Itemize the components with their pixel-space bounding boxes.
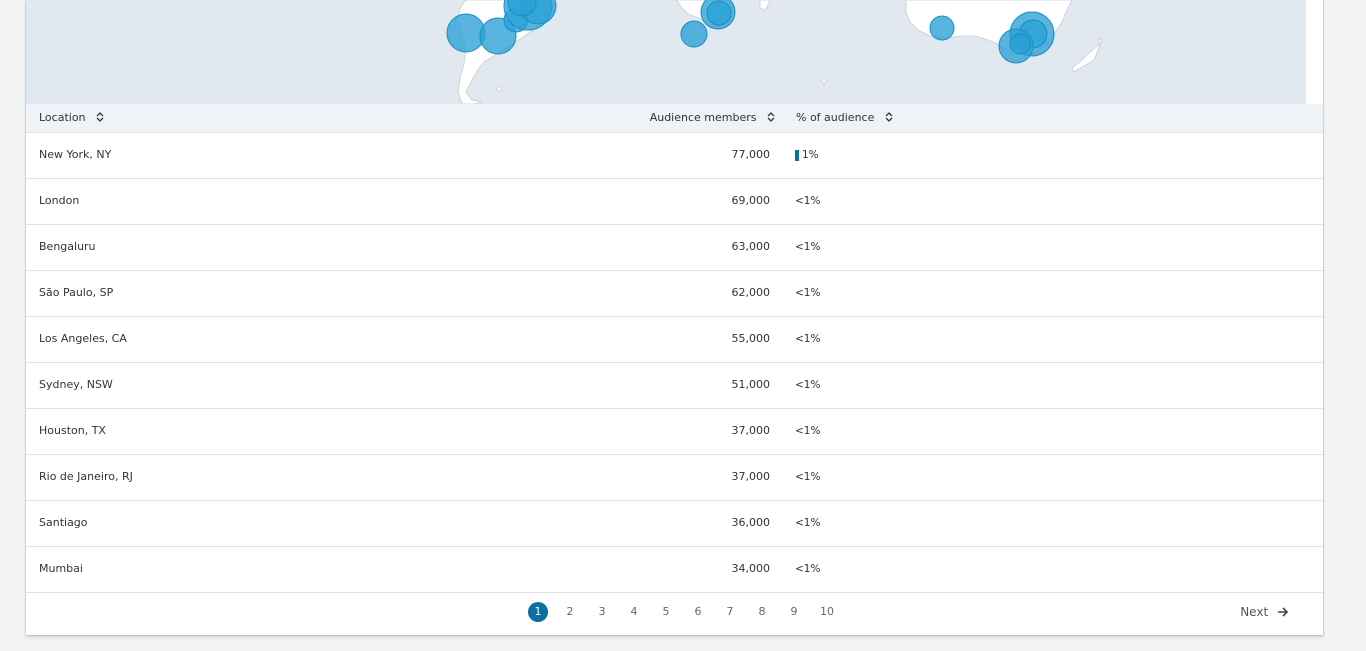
percent-text: <1%: [795, 517, 821, 529]
percent-cell: <1%: [795, 409, 820, 453]
page-button-2[interactable]: 2: [560, 602, 580, 622]
members-cell: 55,000: [731, 332, 771, 345]
members-cell: 51,000: [731, 378, 771, 391]
table-row: Bengaluru 63,000 <1%: [26, 225, 1323, 271]
column-header-label: % of audience: [796, 111, 875, 124]
page-button-8[interactable]: 8: [752, 602, 772, 622]
sort-icon[interactable]: [767, 111, 775, 123]
table-header: Location Audience members % of audience: [26, 104, 1323, 133]
percent-text: <1%: [795, 195, 821, 207]
map-bubble[interactable]: [929, 15, 955, 41]
percent-cell: <1%: [795, 225, 820, 269]
percent-text: <1%: [795, 563, 821, 575]
page-button-7[interactable]: 7: [720, 602, 740, 622]
location-cell: London: [39, 194, 80, 207]
map-bubble[interactable]: [680, 20, 708, 48]
percent-cell: 1%: [795, 133, 819, 177]
members-cell: 77,000: [731, 148, 771, 161]
next-label: Next: [1240, 605, 1269, 619]
column-header-percent[interactable]: % of audience: [796, 104, 893, 132]
map-island: [821, 78, 827, 84]
column-header-members[interactable]: Audience members: [650, 104, 775, 132]
map-bubble[interactable]: [706, 0, 732, 26]
percent-cell: <1%: [795, 363, 820, 407]
percent-text: <1%: [795, 471, 821, 483]
members-cell: 37,000: [731, 470, 771, 483]
map-bubble[interactable]: [446, 13, 486, 53]
table-row: São Paulo, SP 62,000 <1%: [26, 271, 1323, 317]
members-cell: 34,000: [731, 562, 771, 575]
percent-text: <1%: [795, 333, 821, 345]
map-bubble[interactable]: [1009, 33, 1031, 55]
members-cell: 69,000: [731, 194, 771, 207]
percent-cell: <1%: [795, 547, 820, 591]
table-body: New York, NY 77,000 1% London 69,000 <1%…: [26, 133, 1323, 593]
percent-text: <1%: [795, 287, 821, 299]
location-cell: Mumbai: [39, 562, 83, 575]
world-map: [26, 0, 1306, 104]
members-cell: 62,000: [731, 286, 771, 299]
page-button-1[interactable]: 1: [528, 602, 548, 622]
location-cell: Rio de Janeiro, RJ: [39, 470, 133, 483]
page-button-5[interactable]: 5: [656, 602, 676, 622]
column-header-location[interactable]: Location: [39, 104, 104, 132]
page-button-6[interactable]: 6: [688, 602, 708, 622]
percent-cell: <1%: [795, 179, 820, 223]
next-page-button[interactable]: Next: [1240, 602, 1289, 622]
map-island: [496, 86, 502, 92]
sort-icon[interactable]: [96, 111, 104, 123]
percent-text: <1%: [795, 241, 821, 253]
location-cell: Houston, TX: [39, 424, 106, 437]
map-land-madagascar: [759, 0, 771, 11]
location-cell: New York, NY: [39, 148, 112, 161]
sort-icon[interactable]: [885, 111, 893, 123]
percent-cell: <1%: [795, 501, 820, 545]
percent-text: <1%: [795, 379, 821, 391]
members-cell: 36,000: [731, 516, 771, 529]
table-row: New York, NY 77,000 1%: [26, 133, 1323, 179]
location-cell: Los Angeles, CA: [39, 332, 127, 345]
table-row: London 69,000 <1%: [26, 179, 1323, 225]
percent-cell: <1%: [795, 271, 820, 315]
page-button-9[interactable]: 9: [784, 602, 804, 622]
map-svg: [446, 0, 1103, 104]
page-button-3[interactable]: 3: [592, 602, 612, 622]
audience-locations-card: Location Audience members % of audience …: [26, 0, 1323, 635]
location-cell: São Paulo, SP: [39, 286, 114, 299]
map-gutter: [1306, 0, 1323, 104]
column-header-label: Audience members: [649, 111, 757, 124]
table-row: Rio de Janeiro, RJ 37,000 <1%: [26, 455, 1323, 501]
table-row: Sydney, NSW 51,000 <1%: [26, 363, 1323, 409]
table-row: Houston, TX 37,000 <1%: [26, 409, 1323, 455]
location-cell: Sydney, NSW: [39, 378, 113, 391]
percent-cell: <1%: [795, 317, 820, 361]
location-cell: Bengaluru: [39, 240, 96, 253]
table-row: Los Angeles, CA 55,000 <1%: [26, 317, 1323, 363]
page-button-4[interactable]: 4: [624, 602, 644, 622]
column-header-label: Location: [39, 111, 86, 124]
members-cell: 37,000: [731, 424, 771, 437]
percent-text: <1%: [795, 425, 821, 437]
table-row: Santiago 36,000 <1%: [26, 501, 1323, 547]
location-cell: Santiago: [39, 516, 88, 529]
page-button-10[interactable]: 10: [817, 602, 837, 622]
members-cell: 63,000: [731, 240, 771, 253]
table-row: Mumbai 34,000 <1%: [26, 547, 1323, 593]
percent-bar: [795, 149, 799, 161]
percent-text: 1%: [802, 149, 819, 161]
arrow-right-icon: [1278, 606, 1289, 617]
pagination: 1 2 3 4 5 6 7 8 9 10 Next: [26, 590, 1323, 635]
map-land-new-zealand: [1071, 37, 1103, 73]
percent-cell: <1%: [795, 455, 820, 499]
